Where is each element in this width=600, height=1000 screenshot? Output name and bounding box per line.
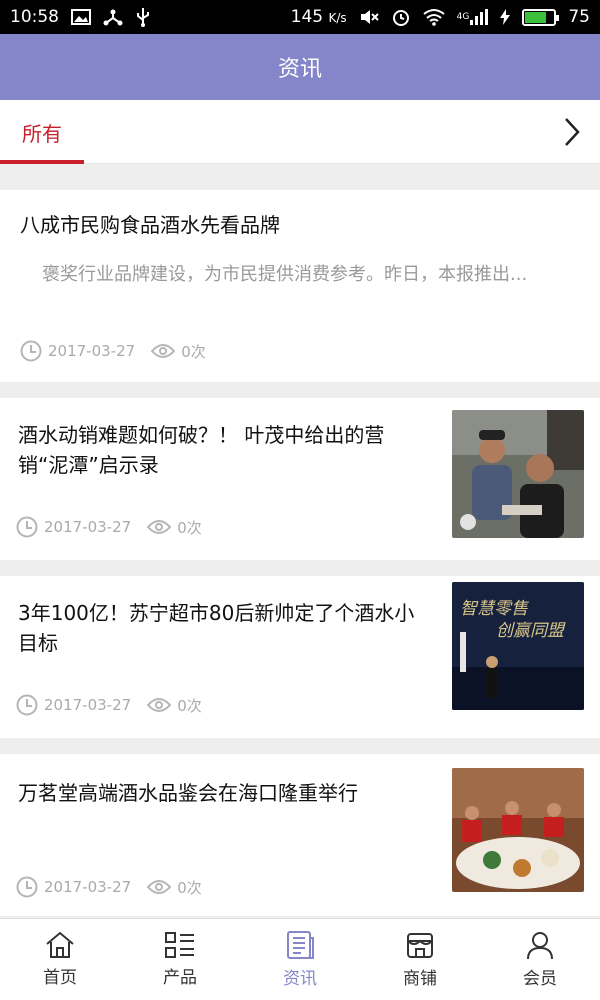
news-views: 0次 <box>177 518 202 537</box>
news-item[interactable]: 酒水动销难题如何破？！ 叶茂中给出的营销“泥潭”启示录 2017-03-27 0… <box>0 398 600 560</box>
clock-icon <box>16 516 38 538</box>
nav-products[interactable]: 产品 <box>120 919 240 1000</box>
news-date: 2017-03-27 <box>48 342 136 360</box>
nav-news-label: 资讯 <box>283 969 317 989</box>
news-thumbnail <box>452 768 584 892</box>
more-categories-button[interactable] <box>554 114 590 150</box>
battery-icon <box>522 8 560 26</box>
news-meta: 2017-03-27 0次 <box>20 340 206 362</box>
nav-member-label: 会员 <box>523 969 557 989</box>
news-date: 2017-03-27 <box>44 696 132 714</box>
home-icon <box>46 931 74 958</box>
bottom-nav: 首页 产品 资讯 商铺 会员 <box>0 918 600 1000</box>
news-views: 0次 <box>181 342 206 361</box>
news-title: 3年100亿！苏宁超市80后新帅定了个酒水小目标 <box>18 601 415 655</box>
news-item[interactable]: 万茗堂高端酒水品鉴会在海口隆重举行 2017-03-27 0次 <box>0 754 600 916</box>
thumbnail-caption: 创赢同盟 <box>496 621 564 641</box>
nav-home[interactable]: 首页 <box>0 919 120 1000</box>
nav-news[interactable]: 资讯 <box>240 919 360 1000</box>
signal-icon: 4G <box>457 9 489 25</box>
eye-icon <box>147 697 172 713</box>
news-meta: 2017-03-27 0次 <box>16 876 202 898</box>
news-title: 万茗堂高端酒水品鉴会在海口隆重举行 <box>18 781 358 805</box>
news-item[interactable]: 八成市民购食品酒水先看品牌 褒奖行业品牌建设，为市民提供消费参考。昨日，本报推出… <box>0 190 600 382</box>
usb-icon <box>135 7 151 27</box>
image-notification-icon <box>71 9 91 25</box>
news-thumbnail: 智慧零售 创赢同盟 <box>452 582 584 710</box>
clock-icon <box>16 694 38 716</box>
nav-home-label: 首页 <box>43 968 77 988</box>
news-icon <box>287 931 314 959</box>
nav-shops[interactable]: 商铺 <box>360 919 480 1000</box>
grid-list-icon <box>165 932 194 958</box>
user-icon <box>527 932 553 960</box>
news-views: 0次 <box>177 696 202 715</box>
category-tab-bar: 所有 <box>0 100 600 164</box>
news-item[interactable]: 3年100亿！苏宁超市80后新帅定了个酒水小目标 2017-03-27 0次 智 <box>0 576 600 738</box>
clock-icon <box>20 340 42 362</box>
status-bar: 10:58 145 K/s 4G 75 <box>0 0 600 34</box>
clock-icon <box>16 876 38 898</box>
eye-icon <box>147 879 172 895</box>
news-views: 0次 <box>177 878 202 897</box>
news-thumbnail <box>452 410 584 538</box>
news-date: 2017-03-27 <box>44 878 132 896</box>
wifi-icon <box>423 8 445 26</box>
news-meta: 2017-03-27 0次 <box>16 516 202 538</box>
news-summary: 褒奖行业品牌建设，为市民提供消费参考。昨日，本报推出... <box>42 264 528 285</box>
nav-member[interactable]: 会员 <box>480 919 600 1000</box>
news-title: 酒水动销难题如何破？！ 叶茂中给出的营销“泥潭”启示录 <box>18 423 385 477</box>
tab-all[interactable]: 所有 <box>0 100 84 164</box>
eye-icon <box>151 343 176 359</box>
tab-all-label: 所有 <box>22 121 62 146</box>
mute-icon <box>359 8 379 26</box>
news-title: 八成市民购食品酒水先看品牌 <box>20 213 280 237</box>
chevron-right-icon <box>565 118 580 146</box>
shop-icon <box>407 933 433 958</box>
alarm-icon <box>391 7 411 27</box>
active-tab-indicator <box>0 160 84 164</box>
charging-icon <box>500 9 511 25</box>
share-icon <box>103 8 123 26</box>
nav-shops-label: 商铺 <box>403 969 437 989</box>
network-speed: 145 K/s <box>290 7 347 27</box>
nav-products-label: 产品 <box>163 968 197 988</box>
page-title: 资讯 <box>277 57 322 82</box>
news-date: 2017-03-27 <box>44 518 132 536</box>
battery-level: 75 <box>568 7 590 27</box>
status-time: 10:58 <box>10 7 59 27</box>
news-meta: 2017-03-27 0次 <box>16 694 202 716</box>
app-header: 资讯 <box>0 34 600 100</box>
eye-icon <box>147 519 172 535</box>
